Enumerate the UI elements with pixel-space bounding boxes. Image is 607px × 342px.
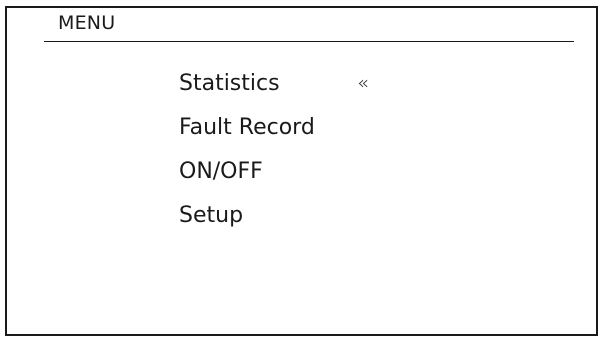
page-title: MENU xyxy=(58,12,116,34)
menu-item-fault-record[interactable]: Fault Record xyxy=(179,115,315,141)
menu-screen: MENU Statistics Fault Record ON/OFF Setu… xyxy=(5,6,598,336)
header-divider xyxy=(44,41,574,42)
double-left-chevron-icon: « xyxy=(357,72,369,94)
menu-item-statistics[interactable]: Statistics xyxy=(179,71,280,97)
menu-item-setup[interactable]: Setup xyxy=(179,203,243,229)
menu-item-on-off[interactable]: ON/OFF xyxy=(179,159,263,185)
